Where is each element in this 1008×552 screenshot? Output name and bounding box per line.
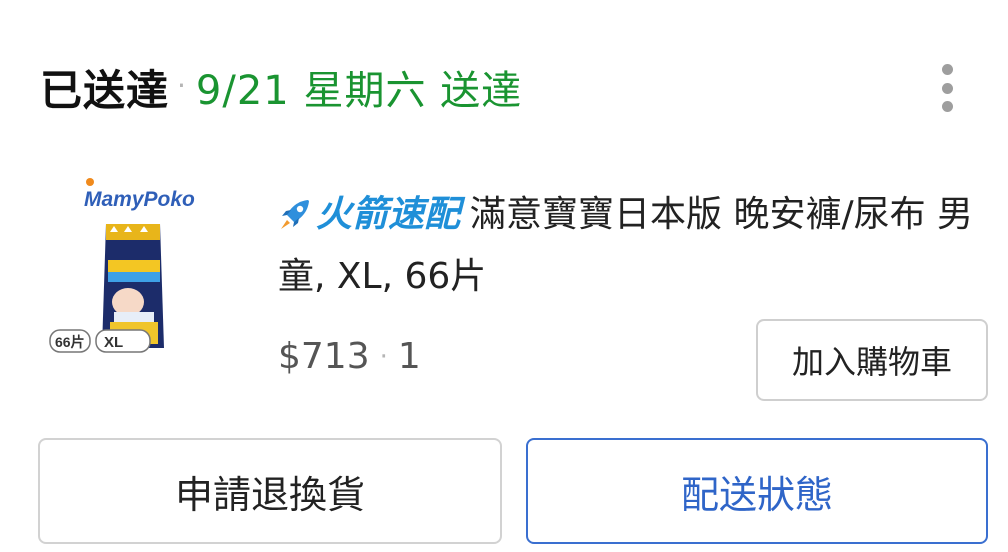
rocket-delivery-badge: 火箭速配: [278, 194, 460, 235]
svg-text:66片: 66片: [55, 334, 85, 350]
delivery-status-button[interactable]: 配送狀態: [526, 438, 988, 544]
rocket-badge-label: 火箭速配: [316, 194, 461, 235]
product-image[interactable]: MamyPoko 66片 XL: [48, 172, 198, 360]
product-title[interactable]: 火箭速配 滿意寶寶日本版 晚安褲/尿布 男童, XL, 66片: [278, 184, 978, 308]
svg-text:MamyPoko: MamyPoko: [84, 188, 195, 211]
svg-text:XL: XL: [104, 334, 123, 351]
package-size-label: XL: [95, 329, 151, 353]
price-quantity-line: $713 · 1: [278, 336, 421, 377]
separator-dot: ·: [379, 341, 388, 372]
order-status-label: 已送達: [40, 65, 170, 115]
order-item-card: 已送達 · 9/21 星期六 送達 MamyPoko 66片 XL 火箭速配 滿…: [0, 0, 1008, 552]
product-price: $713: [278, 336, 370, 377]
more-options-icon[interactable]: [932, 60, 962, 116]
brand-logo: MamyPoko: [80, 178, 195, 214]
order-status-header: 已送達 · 9/21 星期六 送達: [40, 52, 978, 122]
request-return-button[interactable]: 申請退換貨: [38, 438, 502, 544]
add-to-cart-button[interactable]: 加入購物車: [756, 319, 988, 401]
rocket-icon: [281, 200, 309, 229]
delivery-date: 9/21 星期六 送達: [195, 68, 523, 114]
separator-dot: ·: [177, 68, 186, 102]
product-quantity: 1: [397, 336, 421, 377]
package-count-label: 66片: [49, 329, 91, 353]
